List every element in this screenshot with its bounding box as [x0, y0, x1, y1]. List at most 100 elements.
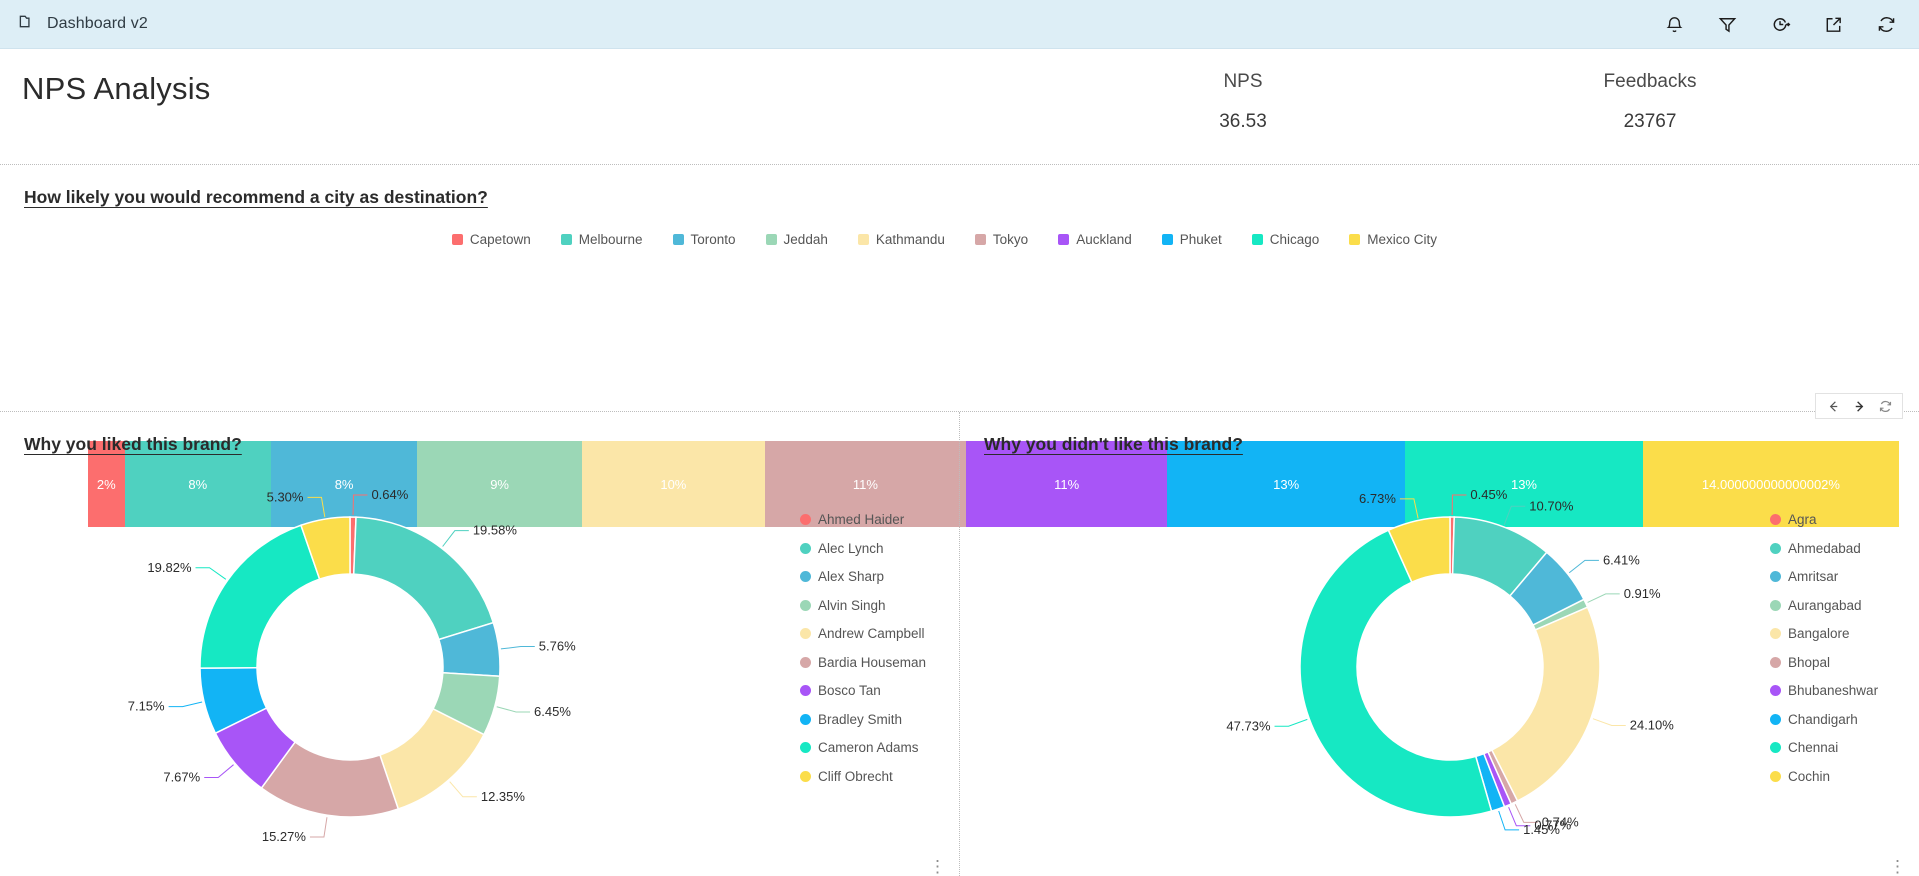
legend-label: Phuket [1179, 232, 1222, 247]
donut-leader-line [1503, 505, 1526, 526]
donut-leader-line [309, 817, 328, 838]
donut-slice-label: 19.82% [147, 560, 192, 575]
legend-item[interactable]: Ahmed Haider [800, 512, 926, 527]
legend-item[interactable]: Mexico City [1349, 232, 1437, 247]
refresh-icon[interactable] [1876, 14, 1897, 35]
donut-leader-line [1587, 593, 1620, 603]
legend-label: Ahmed Haider [818, 512, 905, 527]
legend-item[interactable]: Cliff Obrecht [800, 769, 926, 784]
legend-swatch-icon [1770, 742, 1781, 753]
donut-leader-line [168, 701, 203, 708]
legend-item[interactable]: Ahmedabad [1770, 541, 1878, 556]
donut-leader-line [496, 706, 531, 713]
donut-leader-line [1451, 494, 1467, 516]
legend-label: Chennai [1788, 740, 1839, 755]
legend-item[interactable]: Alvin Singh [800, 598, 926, 613]
legend-item[interactable]: Chicago [1251, 232, 1320, 247]
donut-leader-line [449, 781, 477, 798]
legend-item[interactable]: Kathmandu [857, 232, 945, 247]
legend-item[interactable]: Andrew Campbell [800, 626, 926, 641]
donut-leader-line [1399, 498, 1419, 519]
legend-label: Cliff Obrecht [818, 768, 893, 784]
app-bar: Dashboard v2 [0, 0, 1919, 49]
liked-donut-chart: 0.64% 19.58% 5.76% 6.45% 12.35% 15.27% 7.67% 7.… [128, 487, 576, 844]
recommend-city-panel: How likely you would recommend a city as… [0, 165, 1919, 527]
donut-slice-label: 5.30% [267, 489, 304, 504]
export-icon[interactable] [1823, 14, 1844, 35]
legend-item[interactable]: Cochin [1770, 769, 1878, 784]
legend-item[interactable]: Bhopal [1770, 655, 1878, 670]
history-clock-icon[interactable] [1770, 14, 1791, 35]
legend-label: Mexico City [1367, 232, 1438, 247]
legend-item[interactable]: Alex Sharp [800, 569, 926, 584]
legend-item[interactable]: Bardia Houseman [800, 655, 926, 670]
legend-label: Alex Sharp [818, 569, 885, 584]
legend-swatch-icon [800, 571, 811, 582]
donut-leader-line [204, 764, 234, 779]
legend-label: Tokyo [992, 232, 1029, 247]
legend-label: Bhopal [1788, 654, 1831, 670]
legend-item[interactable]: Amritsar [1770, 569, 1878, 584]
legend-swatch-icon [672, 234, 684, 245]
legend-item[interactable]: Capetown [451, 232, 531, 247]
liked-legend: Ahmed Haider Alec Lynch Alex Sharp Alvin Si… [800, 512, 926, 784]
legend-item[interactable]: Bangalore [1770, 626, 1878, 641]
app-bar-actions [1664, 14, 1897, 35]
legend-swatch-icon [1770, 628, 1781, 639]
legend-swatch-icon [800, 599, 811, 611]
kpi-nps-label: NPS [1223, 71, 1263, 92]
legend-item[interactable]: Bhubaneshwar [1770, 683, 1878, 698]
header-row: NPS Analysis NPS 36.53 Feedbacks 23767 [0, 49, 1919, 165]
legend-item[interactable]: Chandigarh [1770, 712, 1878, 727]
donut-slice-label: 24.10% [1630, 717, 1675, 732]
filter-icon[interactable] [1717, 14, 1738, 35]
legend-swatch-icon [451, 234, 463, 245]
legend-swatch-icon [1770, 713, 1781, 725]
donut-slice[interactable] [1490, 606, 1601, 802]
donut-slice-label: 0.45% [1470, 487, 1507, 502]
disliked-brand-panel: Why you didn't like this brand? ⋮ 0.45% 1… [959, 412, 1919, 876]
legend-swatch-icon [800, 542, 811, 554]
legend-swatch-icon [1770, 571, 1781, 582]
donut-slice-label: 12.35% [481, 789, 526, 804]
legend-item[interactable]: Aurangabad [1770, 598, 1878, 613]
legend-label: Melbourne [578, 232, 643, 247]
legend-item[interactable]: Chennai [1770, 740, 1878, 755]
donut-leader-line [352, 494, 368, 516]
legend-item[interactable]: Phuket [1161, 232, 1222, 247]
legend-label: Chicago [1269, 232, 1320, 247]
legend-label: Andrew Campbell [818, 626, 925, 641]
page-title: NPS Analysis [22, 71, 211, 106]
donut-leader-line [1568, 559, 1599, 574]
legend-item[interactable]: Toronto [672, 232, 736, 247]
legend-item[interactable]: Melbourne [560, 232, 643, 247]
donut-slice-label: 19.58% [473, 523, 518, 538]
legend-item[interactable]: Jeddah [765, 232, 828, 247]
legend-swatch-icon [857, 234, 869, 245]
donut-leader-line [195, 567, 227, 580]
legend-item[interactable]: Tokyo [974, 232, 1029, 247]
legend-label: Capetown [469, 232, 531, 247]
legend-item[interactable]: Cameron Adams [800, 740, 926, 755]
legend-swatch-icon [974, 234, 986, 245]
legend-item[interactable]: Bradley Smith [800, 712, 926, 727]
legend-swatch-icon [1770, 514, 1781, 525]
donut-panels-row: Why you liked this brand? ⋮ 0.64% 19.58% 5… [0, 412, 1919, 876]
legend-swatch-icon [800, 713, 811, 725]
legend-label: Bradley Smith [818, 711, 903, 727]
legend-item[interactable]: Bosco Tan [800, 683, 926, 698]
donut-slice[interactable] [199, 524, 321, 669]
legend-item[interactable]: Auckland [1058, 232, 1132, 247]
bell-icon[interactable] [1664, 14, 1685, 35]
donut-slice-label: 0.91% [1624, 586, 1661, 601]
liked-brand-panel: Why you liked this brand? ⋮ 0.64% 19.58% 5… [0, 412, 959, 876]
donut-slice-label: 1.45% [1523, 822, 1560, 837]
legend-item[interactable]: Agra [1770, 512, 1878, 527]
app-bar-left: Dashboard v2 [18, 12, 148, 36]
legend-item[interactable]: Alec Lynch [800, 541, 926, 556]
kpi-nps: NPS 36.53 [1173, 71, 1313, 133]
donut-slice-label: 5.76% [539, 639, 576, 654]
legend-label: Cameron Adams [818, 740, 919, 755]
legend-swatch-icon [1161, 234, 1173, 245]
legend-label: Amritsar [1788, 569, 1839, 584]
